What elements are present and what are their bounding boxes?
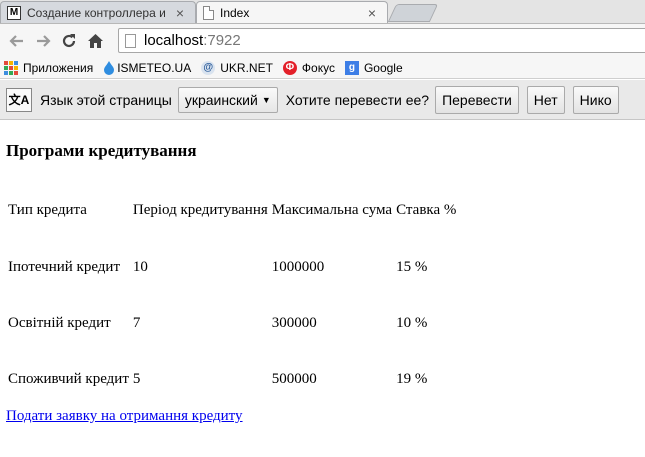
table-cell: 7: [132, 314, 141, 331]
table-header-cell: Тип кредита: [8, 201, 87, 218]
bookmark-label: UKR.NET: [220, 60, 273, 75]
table-header-cell: Максимальна сума: [271, 201, 393, 218]
table-row: Освітній кредит 7 300000 10 %: [6, 295, 458, 351]
arrow-left-icon: [9, 34, 23, 47]
translate-prompt: Хотите перевести ее?: [285, 91, 430, 108]
apply-for-credit-link[interactable]: Подати заявку на отримання кредиту: [6, 408, 243, 425]
table-header-cell: Період кредитування: [132, 201, 268, 218]
table-row: Іпотечний кредит 10 1000000 15 %: [6, 239, 458, 295]
tab-title: Создание контроллера и: [27, 6, 166, 20]
apps-grid-icon: [4, 60, 18, 75]
translate-button[interactable]: Перевести: [435, 85, 519, 114]
table-row: Споживчий кредит 5 500000 19 %: [6, 351, 458, 407]
address-bar[interactable]: localhost :7922: [118, 28, 645, 53]
close-tab-icon[interactable]: ×: [365, 6, 379, 20]
language-value: украинский: [184, 91, 258, 108]
new-tab-button[interactable]: [387, 4, 439, 22]
browser-toolbar: localhost :7922: [0, 24, 645, 57]
table-cell: Споживчий кредит: [8, 370, 129, 387]
bookmark-meteo[interactable]: ISMETEO.UA: [117, 61, 191, 75]
tab-title: Index: [220, 6, 250, 20]
drop-icon: [104, 61, 115, 75]
bookmarks-bar: Приложения ISMETEO.UA @ UKR.NET Ф Фокус …: [0, 57, 645, 79]
m-favicon-icon: M: [7, 6, 21, 20]
reload-icon: [62, 33, 76, 47]
credit-table: Тип кредита Період кредитування Максимал…: [6, 181, 458, 407]
table-cell: 10 %: [396, 314, 428, 331]
bookmark-label: Google: [363, 60, 403, 75]
no-button[interactable]: Нет: [526, 85, 565, 114]
page-language-label: Язык этой страницы: [40, 91, 172, 108]
never-button[interactable]: Нико: [572, 85, 619, 114]
bookmark-label: Фокус: [301, 60, 335, 75]
url-port: :7922: [203, 32, 241, 49]
translate-icon: 文A: [6, 87, 32, 112]
arrow-right-icon: [37, 34, 51, 47]
bookmark-google[interactable]: g Google: [344, 60, 403, 75]
bookmark-ukrnet[interactable]: @ UKR.NET: [201, 60, 273, 75]
table-cell: 10: [132, 258, 148, 275]
table-header-cell: Ставка %: [396, 201, 457, 218]
google-icon: g: [344, 60, 359, 75]
table-cell: Іпотечний кредит: [8, 258, 121, 275]
bookmark-fokus[interactable]: Ф Фокус: [282, 60, 335, 75]
translate-bar: 文A Язык этой страницы украинский ▼ Хотит…: [0, 80, 645, 120]
close-tab-icon[interactable]: ×: [173, 6, 187, 20]
table-cell: 1000000: [271, 258, 325, 275]
language-select[interactable]: украинский ▼: [177, 86, 278, 113]
table-cell: 19 %: [396, 370, 428, 387]
tab-index[interactable]: Index ×: [196, 1, 388, 23]
page-content: Програми кредитування Тип кредита Період…: [0, 121, 645, 457]
tab-controller-creation[interactable]: M Создание контроллера и ×: [0, 1, 196, 23]
page-favicon-icon: [203, 6, 214, 20]
table-header-row: Тип кредита Період кредитування Максимал…: [6, 181, 458, 239]
fokus-icon: Ф: [282, 60, 297, 75]
table-cell: 5: [132, 370, 141, 387]
url-host: localhost: [144, 32, 204, 49]
table-cell: 300000: [271, 314, 317, 331]
page-icon: [125, 33, 136, 48]
bookmark-apps[interactable]: Приложения: [4, 60, 94, 75]
ukrnet-icon: @: [201, 60, 216, 75]
page-title: Програми кредитування: [6, 141, 197, 160]
back-button[interactable]: [4, 28, 30, 54]
home-button[interactable]: [82, 28, 108, 54]
reload-button[interactable]: [56, 28, 82, 54]
forward-button[interactable]: [30, 28, 56, 54]
bookmark-label: ISMETEO.UA: [117, 60, 192, 75]
table-cell: 500000: [271, 370, 317, 387]
caret-down-icon: ▼: [261, 94, 271, 105]
bookmark-drop[interactable]: [103, 60, 115, 75]
bookmark-label: Приложения: [23, 60, 94, 75]
home-icon: [87, 33, 103, 48]
tab-strip: M Создание контроллера и × Index ×: [0, 0, 645, 24]
table-cell: 15 %: [396, 258, 428, 275]
table-cell: Освітній кредит: [8, 314, 111, 331]
